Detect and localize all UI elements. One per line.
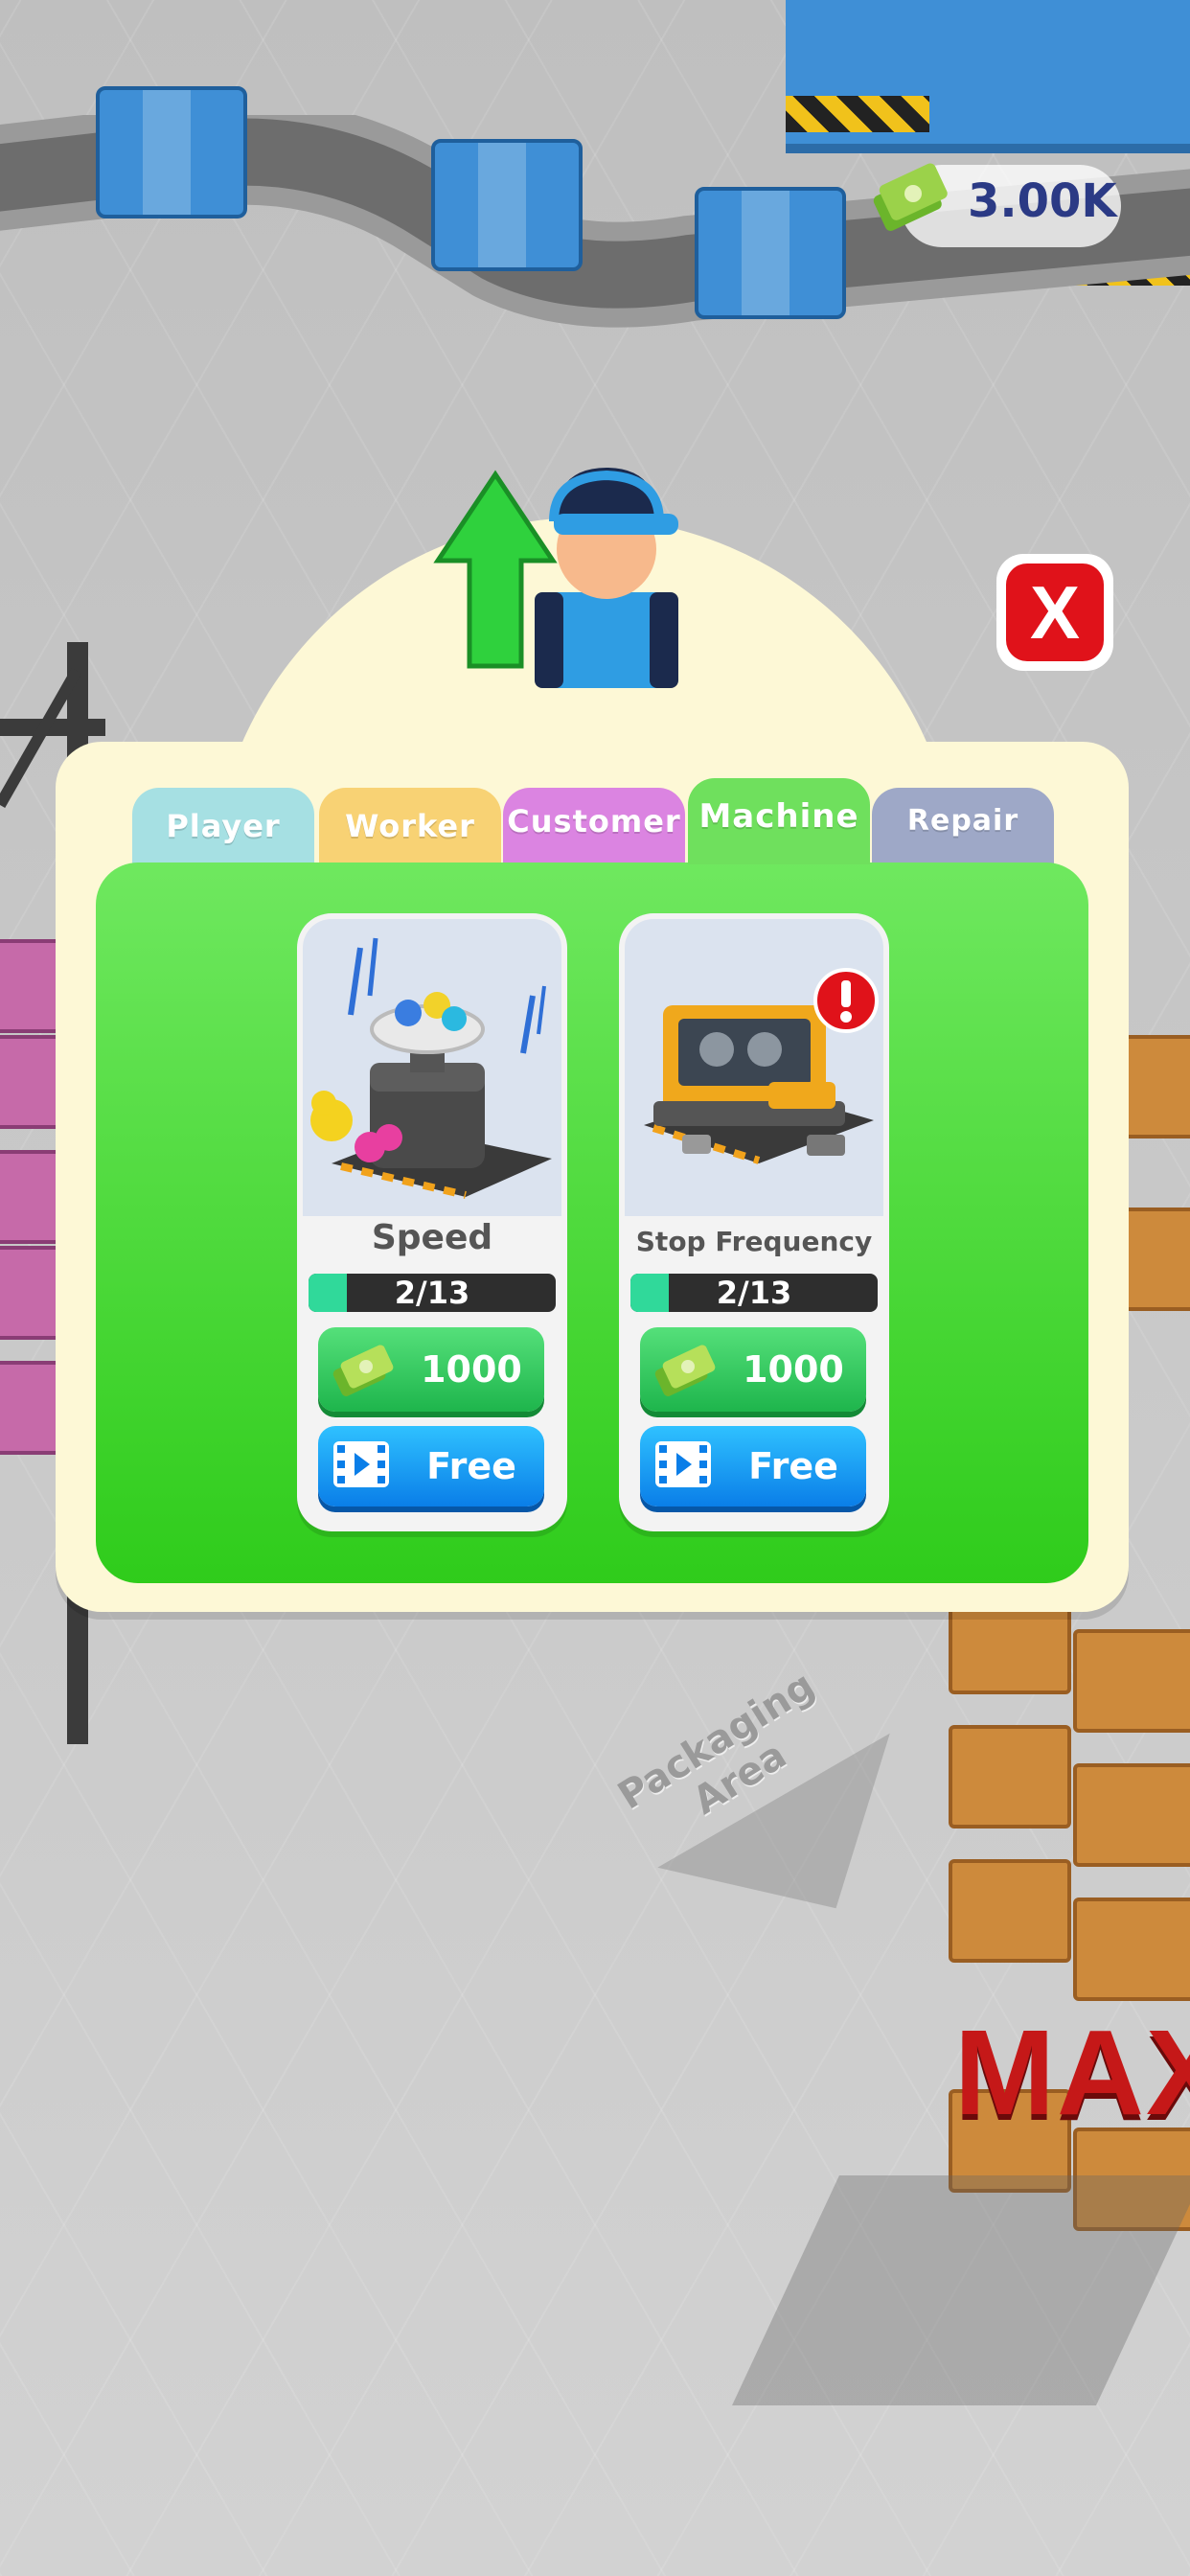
video-ad-icon [333,1441,389,1487]
buy-upgrade-button[interactable]: 1000 [318,1327,544,1412]
free-ad-upgrade-button[interactable]: Free [318,1426,544,1506]
free-ad-upgrade-button[interactable]: Free [640,1426,866,1506]
alert-icon [813,968,879,1033]
close-icon: X [1006,564,1104,661]
video-ad-icon [655,1441,711,1487]
tab-player[interactable]: Player [132,788,314,864]
free-label: Free [426,1445,516,1487]
upgrade-title: Speed [371,1218,493,1257]
duck-machine-icon [310,937,552,1199]
tab-repair-man[interactable]: Repair Man [872,788,1054,905]
crate [949,1859,1071,1963]
floor-shadow [732,2175,1190,2405]
price-label: 1000 [743,1348,844,1391]
upgrade-title: Stop Frequency [635,1226,873,1257]
machine-upgrades-panel [96,862,1088,1583]
level-progress-bar: 2/13 [630,1274,878,1312]
level-text: 2/13 [394,1275,470,1311]
max-sign: MAX [954,2005,1190,2140]
tab-worker[interactable]: Worker [319,788,501,864]
upgrade-card-speed: Speed 2/13 1000 Free [297,913,567,1531]
tab-machine[interactable]: Machine [688,778,870,864]
price-label: 1000 [421,1348,522,1391]
cash-stack-icon [332,1345,394,1396]
upgrade-card-stop-frequency: Stop Frequency 2/13 1000 Free [619,913,889,1531]
level-progress-bar: 2/13 [309,1274,556,1312]
broken-machine-icon [644,1005,874,1164]
tab-customer[interactable]: Customer [503,788,685,864]
card-image-area [625,919,883,1216]
crate [1073,1763,1190,1867]
free-label: Free [748,1445,838,1487]
cash-stack-icon [873,163,948,231]
money-amount: 3.00K [968,174,1117,228]
package-box [431,139,583,271]
close-button[interactable]: X [996,554,1113,671]
package-box [695,187,846,319]
level-text: 2/13 [716,1275,792,1311]
cash-stack-icon [654,1345,716,1396]
crate [1073,1629,1190,1733]
crate [949,1725,1071,1828]
worker-avatar-icon [535,468,678,688]
buy-upgrade-button[interactable]: 1000 [640,1327,866,1412]
crate [1073,1898,1190,2001]
card-image-area [303,919,561,1216]
package-box [96,86,247,218]
